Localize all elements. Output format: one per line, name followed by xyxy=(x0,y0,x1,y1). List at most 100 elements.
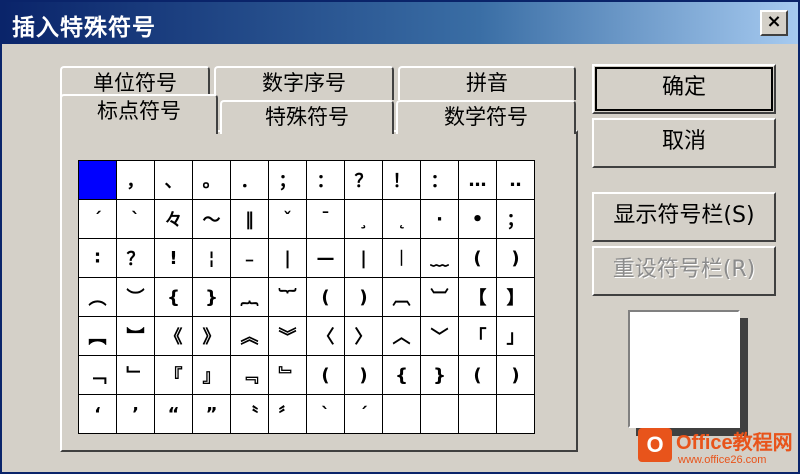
symbol-cell[interactable]: ﹣ xyxy=(230,238,269,278)
symbol-cell[interactable]: | xyxy=(344,238,383,278)
symbol-cell[interactable]: ˇ xyxy=(268,199,307,239)
symbol-cell[interactable]: ( xyxy=(458,238,497,278)
symbol-cell[interactable]: ) xyxy=(496,355,535,395)
show-toolbar-button[interactable]: 显示符号栏(S) xyxy=(592,192,776,242)
tab-label: 数学符号 xyxy=(444,105,528,129)
symbol-cell[interactable] xyxy=(382,394,421,434)
symbol-cell[interactable]: ！ xyxy=(382,160,421,200)
symbol-cell[interactable]: ﹃ xyxy=(230,355,269,395)
symbol-cell[interactable]: ˋ xyxy=(116,199,155,239)
symbol-cell[interactable]: ˊ xyxy=(78,199,117,239)
symbol-cell[interactable]: 》 xyxy=(192,316,231,356)
symbol-cell[interactable]: ： xyxy=(306,160,345,200)
symbol-cell[interactable]: ) xyxy=(344,277,383,317)
title-bar[interactable]: 插入特殊符号 × xyxy=(2,2,798,44)
symbol-cell[interactable]: ﹄ xyxy=(268,355,307,395)
symbol-cell[interactable]: } xyxy=(420,355,459,395)
symbol-cell[interactable]: ？ xyxy=(116,238,155,278)
symbol-cell[interactable]: 々 xyxy=(154,199,193,239)
symbol-cell[interactable] xyxy=(496,394,535,434)
symbol-cell[interactable]: 「 xyxy=(458,316,497,356)
symbol-cell[interactable] xyxy=(78,160,117,200)
close-button[interactable]: × xyxy=(760,10,788,36)
symbol-cell[interactable]: 」 xyxy=(496,316,535,356)
symbol-cell[interactable]: ︵ xyxy=(78,277,117,317)
symbol-cell[interactable]: ︹ xyxy=(382,277,421,317)
symbol-cell[interactable]: 〞 xyxy=(268,394,307,434)
symbol-cell[interactable]: 《 xyxy=(154,316,193,356)
symbol-cell[interactable]: ︽ xyxy=(230,316,269,356)
symbol-cell[interactable]: ︸ xyxy=(268,277,307,317)
symbol-cell[interactable]: ﹀ xyxy=(420,316,459,356)
symbol-cell[interactable]: ︼ xyxy=(116,316,155,356)
symbol-cell[interactable]: ( xyxy=(306,355,345,395)
symbol-cell[interactable]: | xyxy=(268,238,307,278)
symbol-cell[interactable]: ？ xyxy=(344,160,383,200)
symbol-cell[interactable]: ˛ xyxy=(382,199,421,239)
symbol-cell[interactable]: ¦ xyxy=(192,238,231,278)
tab-special-symbols[interactable]: 特殊符号 xyxy=(220,100,394,134)
symbol-row: ，、。．；：？！：… ‥ xyxy=(78,160,535,200)
symbol-cell[interactable]: ︷ xyxy=(230,277,269,317)
symbol-cell[interactable]: { xyxy=(154,277,193,317)
symbol-cell[interactable]: ! xyxy=(154,238,193,278)
symbol-cell[interactable]: ﹂ xyxy=(116,355,155,395)
reset-toolbar-label: 重设符号栏(R) xyxy=(612,257,756,282)
symbol-cell[interactable]: 』 xyxy=(192,355,231,395)
symbol-cell[interactable]: ︿ xyxy=(382,316,421,356)
symbol-cell[interactable]: ﹏ xyxy=(420,238,459,278)
symbol-cell[interactable]: ’ xyxy=(116,394,155,434)
symbol-cell[interactable]: ； xyxy=(496,199,535,239)
tab-punctuation[interactable]: 标点符号 xyxy=(60,94,218,134)
symbol-cell[interactable]: ˊ xyxy=(344,394,383,434)
symbol-cell[interactable]: • xyxy=(458,199,497,239)
symbol-cell[interactable]: ︺ xyxy=(420,277,459,317)
tab-math-symbols[interactable]: 数学符号 xyxy=(396,100,576,134)
symbol-cell[interactable]: } xyxy=(192,277,231,317)
symbol-cell[interactable]: 【 xyxy=(458,277,497,317)
symbol-cell[interactable] xyxy=(420,394,459,434)
symbol-cell[interactable]: ( xyxy=(458,355,497,395)
cancel-button[interactable]: 取消 xyxy=(592,118,776,168)
symbol-cell[interactable]: ︱ xyxy=(382,238,421,278)
symbol-cell[interactable]: ～ xyxy=(192,199,231,239)
symbol-cell[interactable]: 】 xyxy=(496,277,535,317)
symbol-cell[interactable]: 〉 xyxy=(344,316,383,356)
symbol-cell[interactable]: ” xyxy=(192,394,231,434)
symbol-cell[interactable]: ˋ xyxy=(306,394,345,434)
symbol-cell[interactable]: ‘ xyxy=(78,394,117,434)
symbol-cell[interactable]: ； xyxy=(268,160,307,200)
symbol-cell[interactable]: ︻ xyxy=(78,316,117,356)
ok-button[interactable]: 确定 xyxy=(592,64,776,114)
symbol-cell[interactable]: — xyxy=(306,238,345,278)
watermark-url: www.office26.com xyxy=(678,454,767,466)
tab-pinyin[interactable]: 拼音 xyxy=(398,66,576,100)
symbol-cell[interactable]: ‖ xyxy=(230,199,269,239)
symbol-cell[interactable]: { xyxy=(382,355,421,395)
symbol-cell[interactable]: ． xyxy=(230,160,269,200)
symbol-cell[interactable]: ， xyxy=(116,160,155,200)
symbol-cell[interactable]: ∶ xyxy=(78,238,117,278)
symbol-cell[interactable]: ) xyxy=(344,355,383,395)
tab-number-sequence[interactable]: 数字序号 xyxy=(214,66,394,100)
symbol-cell[interactable]: ¸ xyxy=(344,199,383,239)
symbol-cell[interactable]: ) xyxy=(496,238,535,278)
symbol-cell[interactable]: · xyxy=(420,199,459,239)
symbol-cell[interactable]: 〝 xyxy=(230,394,269,434)
symbol-cell[interactable]: ‥ xyxy=(496,160,535,200)
symbol-cell[interactable]: ˉ xyxy=(306,199,345,239)
symbol-cell[interactable]: ︾ xyxy=(268,316,307,356)
symbol-cell[interactable]: “ xyxy=(154,394,193,434)
insert-special-symbol-dialog: 插入特殊符号 × 单位符号 数字序号 拼音 标点符号 特殊符号 数学符号 ，、。… xyxy=(0,0,800,474)
symbol-cell[interactable]: 〈 xyxy=(306,316,345,356)
symbol-cell[interactable]: 。 xyxy=(192,160,231,200)
symbol-cell[interactable]: 、 xyxy=(154,160,193,200)
symbol-cell[interactable]: ﹁ xyxy=(78,355,117,395)
symbol-cell[interactable]: 『 xyxy=(154,355,193,395)
symbol-cell[interactable]: ( xyxy=(306,277,345,317)
symbol-cell[interactable]: … xyxy=(458,160,497,200)
tab-label: 拼音 xyxy=(466,71,508,95)
symbol-cell[interactable]: ︶ xyxy=(116,277,155,317)
symbol-cell[interactable]: ： xyxy=(420,160,459,200)
symbol-cell[interactable] xyxy=(458,394,497,434)
